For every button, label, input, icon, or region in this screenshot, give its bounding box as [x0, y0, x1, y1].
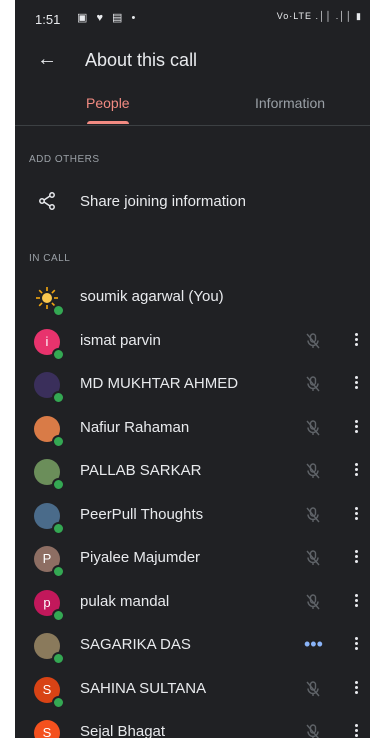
more-options-icon[interactable]	[351, 679, 361, 699]
participant-row[interactable]: S Sejal Bhagat	[15, 711, 370, 738]
more-options-icon[interactable]	[351, 461, 361, 481]
avatar-initial: S	[42, 725, 52, 738]
mic-off-icon[interactable]	[303, 461, 323, 481]
participant-name: Nafiur Rahaman	[80, 418, 190, 436]
mic-off-icon[interactable]	[303, 374, 323, 394]
participant-row[interactable]: PALLAB SARKAR	[15, 450, 370, 494]
mic-off-icon[interactable]	[303, 548, 323, 568]
tab-people[interactable]: People	[86, 95, 130, 111]
section-label-in-call: IN CALL	[29, 253, 71, 264]
more-options-icon[interactable]	[351, 505, 361, 525]
online-status-dot	[52, 391, 65, 404]
participant-row[interactable]: SAGARIKA DAS •••	[15, 624, 370, 668]
participant-row[interactable]: P Piyalee Majumder	[15, 537, 370, 581]
more-options-icon[interactable]	[351, 635, 361, 655]
mic-off-icon[interactable]	[303, 331, 323, 351]
mic-off-icon[interactable]	[303, 722, 323, 738]
online-status-dot	[52, 304, 65, 317]
signal-battery-icons: Vo·LTE .││ .││ ▮	[276, 11, 362, 21]
participant-name: SAGARIKA DAS	[80, 636, 191, 653]
more-options-icon[interactable]	[351, 548, 361, 568]
online-status-dot	[52, 478, 65, 491]
more-options-icon[interactable]	[351, 374, 361, 394]
participant-name: Piyalee Majumder	[80, 549, 201, 566]
more-options-icon[interactable]	[351, 331, 361, 351]
arrow-back-icon[interactable]: ←	[37, 48, 57, 71]
participant-row[interactable]: S SAHINA SULTANA	[15, 668, 370, 712]
page-title: About this call	[85, 50, 198, 70]
mic-off-icon[interactable]	[303, 505, 323, 525]
participant-name: SAHINA SULTANA	[80, 679, 207, 697]
section-label-add-others: ADD OTHERS	[29, 154, 100, 165]
participant-name: MD MUKHTAR AHMED	[80, 375, 239, 392]
more-options-icon[interactable]	[351, 592, 361, 612]
participant-row[interactable]: MD MUKHTAR AHMED	[15, 363, 370, 407]
share-joining-info-label: Share joining information	[80, 193, 246, 210]
notification-icons: ▣ ♥ ▤ •	[77, 12, 139, 24]
share-icon	[39, 192, 55, 210]
participant-name: PALLAB SARKAR	[80, 462, 202, 479]
participant-name: ismat parvin	[80, 331, 161, 349]
app-screen: 1:51 ▣ ♥ ▤ • Vo·LTE .││ .││ ▮ ← About th…	[15, 0, 370, 738]
active-tab-indicator	[87, 121, 129, 124]
participant-name: PeerPull Thoughts	[80, 505, 204, 523]
participant-row[interactable]: soumik agarwal (You)	[15, 276, 370, 320]
app-bar: ← About this call	[15, 40, 370, 84]
status-bar: 1:51 ▣ ♥ ▤ • Vo·LTE .││ .││ ▮	[15, 0, 370, 36]
more-options-icon[interactable]	[351, 418, 361, 438]
online-status-dot	[52, 652, 65, 665]
participant-row[interactable]: i ismat parvin	[15, 320, 370, 364]
participant-name: soumik agarwal (You)	[80, 288, 224, 305]
mic-off-icon[interactable]	[303, 418, 323, 438]
speaking-indicator-icon: •••	[304, 634, 323, 654]
tab-bar: People Information	[15, 84, 370, 126]
online-status-dot	[52, 434, 65, 448]
online-status-dot	[52, 347, 65, 361]
online-status-dot	[52, 565, 65, 578]
participant-row[interactable]: PeerPull Thoughts	[15, 494, 370, 538]
mic-off-icon[interactable]	[303, 679, 323, 699]
participant-name: Sejal Bhagat	[80, 723, 166, 738]
tab-information[interactable]: Information	[255, 95, 325, 111]
participant-row[interactable]: p pulak mandal	[15, 581, 370, 625]
status-time: 1:51	[35, 12, 61, 27]
online-status-dot	[52, 695, 65, 709]
avatar: S	[34, 720, 60, 738]
more-options-icon[interactable]	[351, 722, 361, 738]
mic-off-icon[interactable]	[303, 592, 323, 612]
share-joining-info-button[interactable]: Share joining information	[15, 182, 370, 222]
online-status-dot	[52, 608, 65, 622]
participant-row[interactable]: Nafiur Rahaman	[15, 407, 370, 451]
participant-name: pulak mandal	[80, 592, 170, 610]
online-status-dot	[52, 521, 65, 535]
